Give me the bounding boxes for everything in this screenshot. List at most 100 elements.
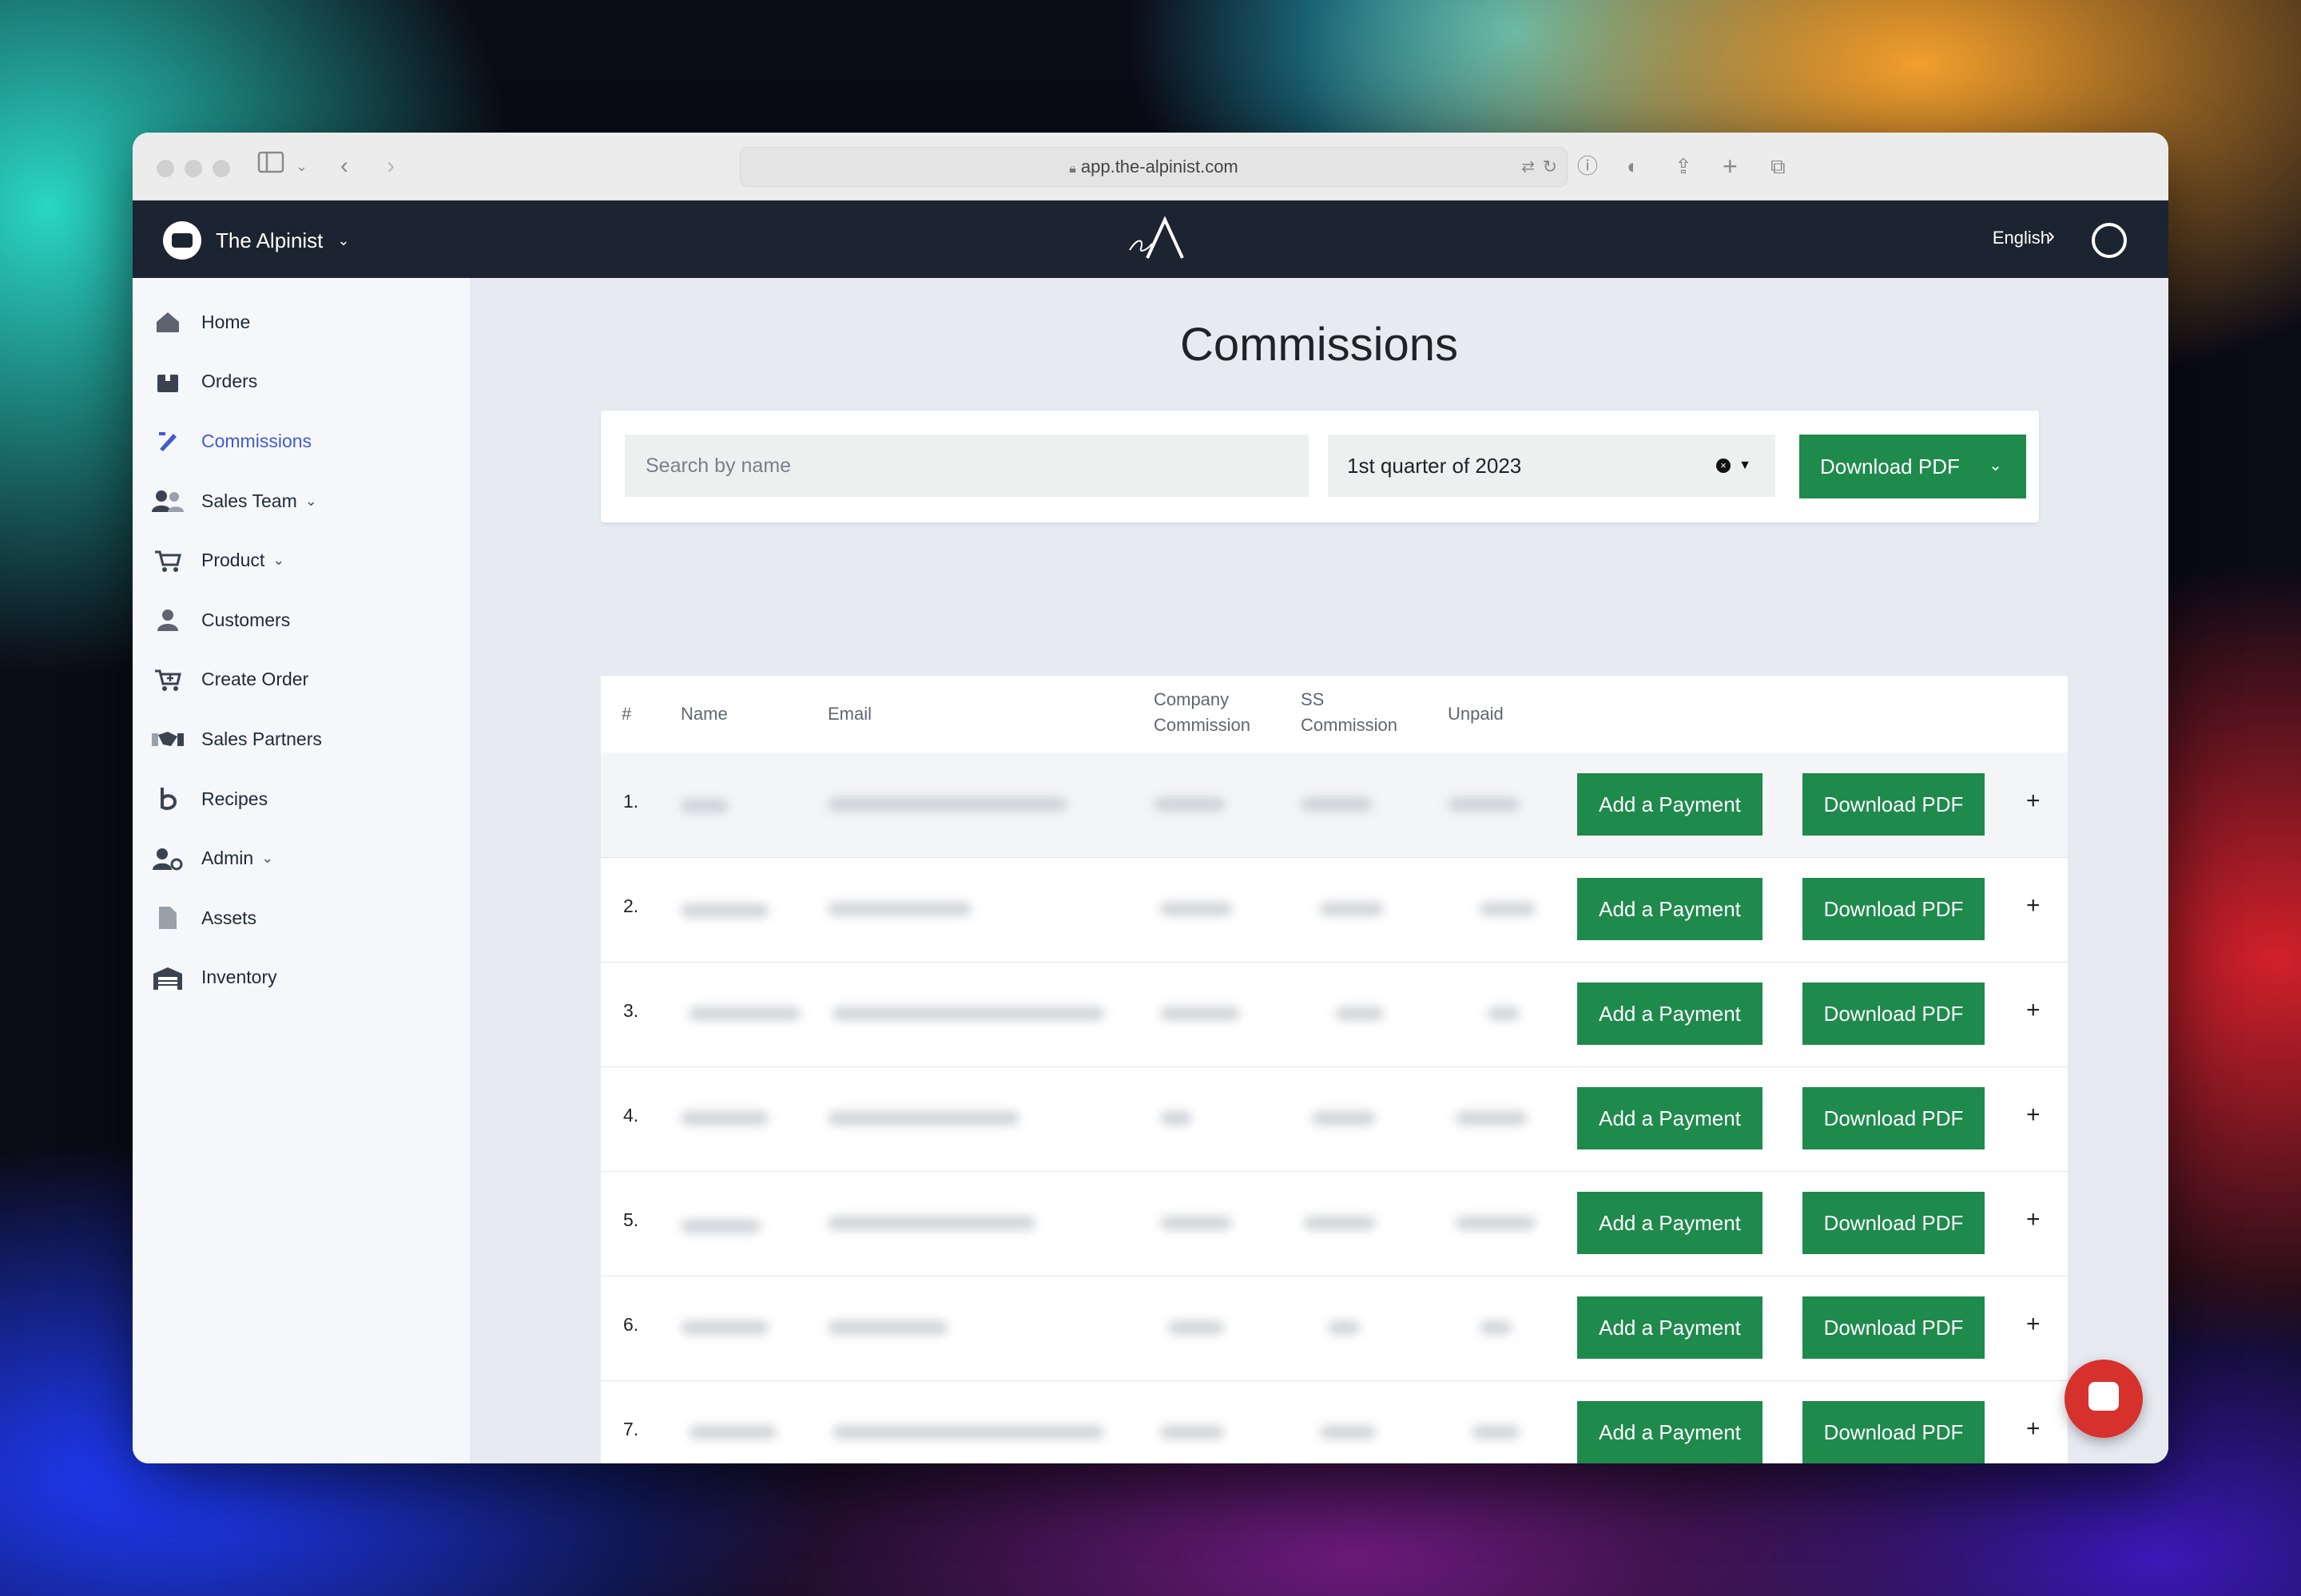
expand-row-icon[interactable]: +: [2026, 1415, 2041, 1443]
download-pdf-button[interactable]: Download PDF: [1802, 1401, 1985, 1463]
minimize-window-button[interactable]: [185, 160, 202, 177]
translate-icon[interactable]: ⇄: [1521, 148, 1535, 186]
redacted-unpaid: [1448, 797, 1520, 812]
password-icon[interactable]: ⓘ: [1577, 150, 1598, 182]
table-row: 7. Add a Payment Download PDF +: [601, 1380, 2068, 1463]
redacted-email: [833, 1425, 1104, 1439]
expand-row-icon[interactable]: +: [2026, 892, 2041, 919]
chevron-down-icon: ⌄: [1989, 457, 2002, 474]
redacted-company-commission: [1160, 1111, 1192, 1126]
chat-support-button[interactable]: [2065, 1360, 2143, 1438]
sidebar-item-home[interactable]: Home: [133, 292, 470, 352]
tabs-overview-icon[interactable]: ⧉: [1770, 150, 1786, 182]
sidebar-item-sales-team[interactable]: Sales Team ⌄: [133, 471, 470, 531]
add-payment-button[interactable]: Add a Payment: [1577, 878, 1763, 940]
download-pdf-button[interactable]: Download PDF: [1802, 983, 1985, 1045]
add-payment-button[interactable]: Add a Payment: [1577, 773, 1763, 836]
clear-icon[interactable]: ×: [1716, 459, 1731, 473]
redacted-name: [681, 799, 729, 813]
sidebar-item-label: Inventory: [201, 967, 277, 988]
redacted-unpaid: [1480, 902, 1536, 916]
language-selector[interactable]: English: [1993, 228, 2050, 248]
table-row: 2. Add a Payment Download PDF +: [601, 857, 2068, 963]
sidebar-item-assets[interactable]: Assets: [133, 888, 470, 948]
table-header: # Name Email Company Commission SS Commi…: [601, 676, 2068, 753]
download-pdf-button[interactable]: Download PDF: [1802, 773, 1985, 836]
table-row: 4. Add a Payment Download PDF +: [601, 1066, 2068, 1172]
row-number: 3.: [623, 1000, 639, 1021]
sidebar-item-label: Assets: [201, 907, 257, 928]
redacted-email: [828, 797, 1067, 812]
sidebar-item-orders[interactable]: Orders: [133, 352, 470, 412]
sidebar-item-label: Customers: [201, 609, 291, 630]
period-select[interactable]: 1st quarter of 2023 × ▼: [1328, 435, 1775, 497]
redacted-unpaid: [1456, 1216, 1536, 1230]
sidebar-item-create-order[interactable]: Create Order: [133, 650, 470, 710]
search-input[interactable]: [625, 435, 1309, 497]
brand-logo-icon: [163, 221, 201, 260]
col-header-ss-commission: SS Commission: [1301, 687, 1397, 738]
redacted-email: [828, 1320, 948, 1335]
caret-down-icon[interactable]: ▼: [1739, 435, 1751, 497]
expand-row-icon[interactable]: +: [2026, 1206, 2041, 1233]
add-payment-button[interactable]: Add a Payment: [1577, 983, 1763, 1045]
url-text: app.the-alpinist.com: [1080, 157, 1238, 177]
new-tab-icon[interactable]: +: [1723, 150, 1738, 182]
sidebar-item-commissions[interactable]: Commissions: [133, 411, 470, 471]
forward-icon[interactable]: ›: [387, 150, 395, 182]
expand-row-icon[interactable]: +: [2026, 997, 2041, 1024]
address-bar[interactable]: 🔒︎ app.the-alpinist.com ⇄ ↻: [740, 147, 1568, 187]
shield-icon[interactable]: ◐: [1627, 150, 1639, 182]
sidebar-item-recipes[interactable]: Recipes: [133, 769, 470, 829]
period-select-value: 1st quarter of 2023: [1347, 454, 1522, 478]
redacted-name: [689, 1425, 777, 1439]
expand-row-icon[interactable]: +: [2026, 1102, 2041, 1129]
window-controls[interactable]: [157, 160, 230, 177]
redacted-unpaid: [1480, 1320, 1512, 1335]
redacted-company-commission: [1168, 1320, 1224, 1335]
brand-switcher[interactable]: The Alpinist ⌄: [163, 221, 350, 260]
box-icon: [152, 369, 184, 395]
sidebar-item-product[interactable]: Product ⌄: [133, 530, 470, 590]
col-header-line: Commission: [1301, 715, 1398, 735]
chevron-right-icon[interactable]: ›: [2048, 223, 2055, 248]
download-pdf-button[interactable]: Download PDF: [1802, 1192, 1985, 1254]
sidebar-item-sales-partners[interactable]: Sales Partners: [133, 709, 470, 769]
download-pdf-button[interactable]: Download PDF: [1802, 1087, 1985, 1149]
filter-toolbar: 1st quarter of 2023 × ▼ Download PDF ⌄: [601, 411, 2039, 522]
table-row: 5. Add a Payment Download PDF +: [601, 1171, 2068, 1276]
download-pdf-button[interactable]: Download PDF: [1802, 878, 1985, 940]
share-icon[interactable]: ⇪: [1675, 150, 1692, 182]
col-header-company-commission: Company Commission: [1154, 687, 1250, 738]
table-row: 6. Add a Payment Download PDF +: [601, 1276, 2068, 1381]
add-payment-button[interactable]: Add a Payment: [1577, 1296, 1763, 1359]
add-payment-button[interactable]: Add a Payment: [1577, 1192, 1763, 1254]
user-gear-icon: [152, 846, 184, 871]
download-pdf-dropdown-button[interactable]: Download PDF ⌄: [1799, 435, 2026, 498]
reload-icon[interactable]: ↻: [1543, 148, 1557, 186]
user-account-icon[interactable]: [2092, 223, 2127, 258]
expand-row-icon[interactable]: +: [2026, 788, 2041, 815]
add-payment-button[interactable]: Add a Payment: [1577, 1087, 1763, 1149]
sidebar-item-admin[interactable]: Admin ⌄: [133, 828, 470, 888]
redacted-unpaid: [1488, 1006, 1520, 1021]
back-icon[interactable]: ‹: [340, 150, 348, 182]
sidebar-toggle-icon[interactable]: [257, 150, 284, 182]
zoom-window-button[interactable]: [213, 160, 230, 177]
col-header-line: Commission: [1154, 715, 1251, 735]
download-pdf-button[interactable]: Download PDF: [1802, 1296, 1985, 1359]
chevron-down-icon[interactable]: ⌄: [296, 150, 308, 182]
redacted-name: [689, 1006, 801, 1021]
commissions-table: # Name Email Company Commission SS Commi…: [601, 676, 2068, 1463]
sidebar: Home Orders Commissions Sales Team ⌄ Pro…: [133, 278, 470, 1463]
browser-window: ⌄ ‹ › 🔒︎ app.the-alpinist.com ⇄ ↻ ⓘ ◐ ⇪ …: [133, 133, 2168, 1463]
sidebar-item-customers[interactable]: Customers: [133, 590, 470, 650]
chevron-down-icon: ⌄: [261, 850, 274, 867]
file-icon: [152, 905, 184, 931]
add-payment-button[interactable]: Add a Payment: [1577, 1401, 1763, 1463]
handshake-icon: [152, 726, 184, 752]
sidebar-item-inventory[interactable]: Inventory: [133, 948, 470, 1008]
close-window-button[interactable]: [157, 160, 174, 177]
redacted-ss-commission: [1304, 1216, 1376, 1230]
expand-row-icon[interactable]: +: [2026, 1311, 2041, 1338]
